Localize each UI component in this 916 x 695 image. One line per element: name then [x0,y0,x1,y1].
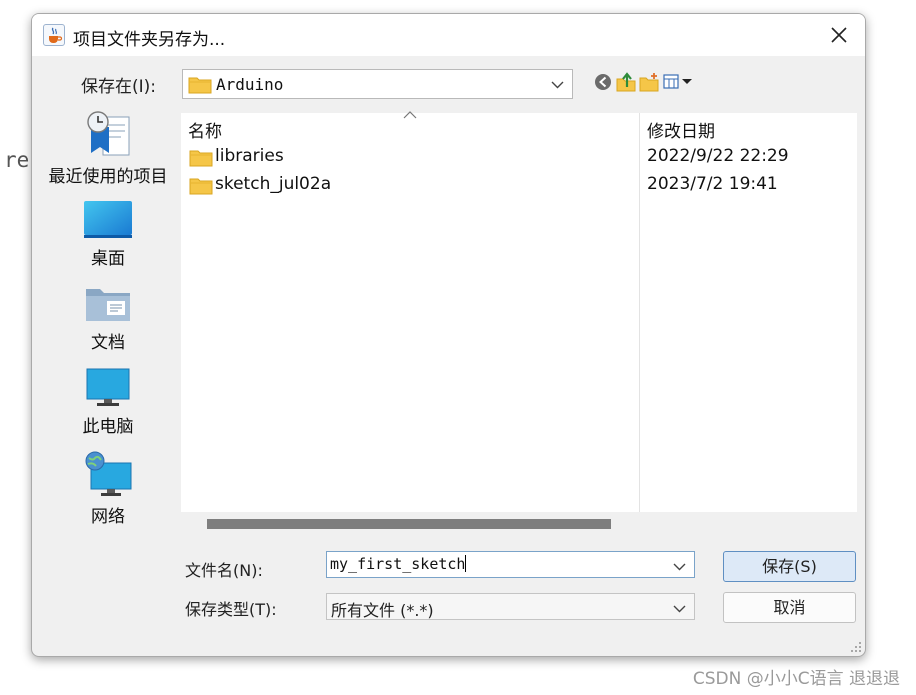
chevron-down-icon[interactable] [673,560,686,573]
background-text-fragment: re [4,148,30,172]
dialog-title: 项目文件夹另存为... [73,30,226,50]
folder-icon [189,150,213,167]
up-folder-button[interactable] [615,71,637,93]
chevron-down-icon [551,81,564,89]
save-button[interactable]: 保存(S) [723,551,856,582]
sort-ascending-icon [403,111,417,119]
view-menu-icon [663,74,692,89]
file-list: 名称 修改日期 libraries 2022/9/22 22:29 sketch… [181,111,857,512]
place-label: 文档 [91,333,125,353]
java-cup-icon [43,24,65,46]
save-in-dropdown[interactable]: Arduino [182,69,573,99]
watermark: CSDN @小小C语言 退退退 [692,669,900,689]
cancel-button[interactable]: 取消 [723,592,856,623]
resize-grip-icon[interactable] [850,641,862,653]
text-caret [465,555,467,572]
recent-items-icon [87,111,130,156]
save-in-value: Arduino [216,75,284,94]
column-header-modified[interactable]: 修改日期 [647,117,715,142]
close-icon [831,27,847,43]
column-header-name[interactable]: 名称 [188,117,222,142]
list-item[interactable]: sketch_jul02a 2023/7/2 19:41 [181,171,857,199]
scrollbar-thumb[interactable] [207,519,611,529]
folder-icon [189,178,213,195]
place-documents[interactable]: 文档 [42,283,174,363]
file-modified-date: 2023/7/2 19:41 [647,174,778,194]
filename-input[interactable]: my_first_sketch [326,551,695,578]
filename-value: my_first_sketch [330,555,466,573]
back-button[interactable] [592,71,614,93]
place-label: 最近使用的项目 [48,167,168,187]
new-folder-button[interactable] [638,71,660,93]
title-bar: 项目文件夹另存为... [32,14,865,56]
file-modified-date: 2022/9/22 22:29 [647,146,789,166]
back-icon [595,74,611,90]
places-bar: 最近使用的项目 桌面 文档 此电脑 网络 [42,111,174,641]
place-this-pc[interactable]: 此电脑 [42,367,174,447]
place-recent-items[interactable]: 最近使用的项目 [42,111,174,191]
place-desktop[interactable]: 桌面 [42,199,174,279]
chevron-down-icon [673,605,686,613]
save-as-dialog: 项目文件夹另存为... 保存在(I): Arduino 最近使用的项目 桌面 文… [31,13,866,657]
horizontal-scrollbar[interactable] [181,514,857,536]
close-button[interactable] [819,18,859,52]
documents-icon [86,289,130,321]
filetype-label: 保存类型(T): [185,600,277,619]
up-folder-icon [616,72,636,92]
this-pc-icon [86,368,130,406]
place-label: 桌面 [91,249,125,269]
filename-value-wrap: my_first_sketch [330,555,467,573]
list-item[interactable]: libraries 2022/9/22 22:29 [181,143,857,171]
file-name: sketch_jul02a [215,174,332,194]
filename-label: 文件名(N): [185,561,263,580]
filetype-dropdown[interactable]: 所有文件 (*.*) [326,593,695,620]
place-network[interactable]: 网络 [42,451,174,531]
desktop-icon [84,201,132,238]
folder-icon [188,77,212,94]
save-in-label: 保存在(I): [81,77,157,97]
place-label: 网络 [91,507,125,527]
new-folder-icon [639,73,659,92]
view-menu-button[interactable] [662,71,696,93]
filetype-value: 所有文件 (*.*) [331,601,434,620]
file-name: libraries [215,146,284,166]
network-icon [85,451,132,496]
place-label: 此电脑 [82,417,134,437]
